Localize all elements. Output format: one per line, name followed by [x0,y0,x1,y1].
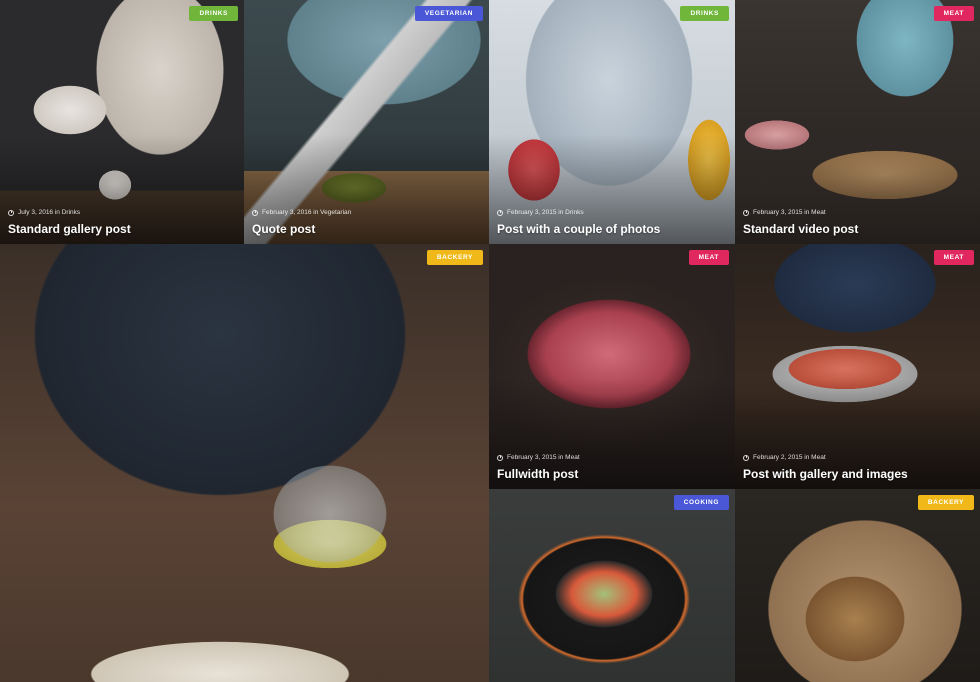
post-date: February 2, 2015 in Meat [753,454,826,461]
post-card[interactable]: Meat February 2, 2015 in Meat Post with … [735,244,980,489]
clock-icon [497,454,503,461]
post-card[interactable]: Cooking [489,489,735,682]
post-card[interactable]: Backery [735,489,980,682]
post-meta: February 3, 2015 in Meat [743,209,826,216]
clock-icon [8,209,14,216]
post-card[interactable]: Meat February 3, 2015 in Meat Standard v… [735,0,980,244]
posts-grid: Drinks July 3, 2016 in Drinks Standard g… [0,0,980,682]
category-badge[interactable]: Meat [933,250,974,265]
post-title[interactable]: Quote post [252,222,315,236]
post-date: February 3, 2015 in Meat [753,209,826,216]
category-badge[interactable]: Cooking [673,495,729,510]
post-meta: February 3, 2015 in Drinks [497,209,584,216]
post-title[interactable]: Fullwidth post [497,467,578,481]
category-badge[interactable]: Vegetarian [414,6,483,21]
post-date: February 3, 2015 in Meat [507,454,580,461]
post-meta: February 3, 2016 in Vegetarian [252,209,351,216]
clock-icon [743,454,749,461]
clock-icon [252,209,258,216]
category-badge[interactable]: Meat [688,250,729,265]
post-meta: July 3, 2016 in Drinks [8,209,80,216]
category-badge[interactable]: Drinks [189,6,238,21]
post-card[interactable]: Vegetarian February 3, 2016 in Vegetaria… [244,0,489,244]
post-image [735,489,980,682]
category-badge[interactable]: Backery [426,250,483,265]
post-title[interactable]: Standard video post [743,222,858,236]
post-image [489,489,735,682]
post-image [0,244,489,682]
category-badge[interactable]: Backery [917,495,974,510]
post-date: February 3, 2015 in Drinks [507,209,584,216]
post-card[interactable]: Drinks February 3, 2015 in Drinks Post w… [489,0,735,244]
post-meta: February 2, 2015 in Meat [743,454,826,461]
post-title[interactable]: Standard gallery post [8,222,131,236]
post-meta: February 3, 2015 in Meat [497,454,580,461]
post-card[interactable]: Meat February 3, 2015 in Meat Fullwidth … [489,244,735,489]
post-date: February 3, 2016 in Vegetarian [262,209,352,216]
post-title[interactable]: Post with a couple of photos [497,222,660,236]
post-card[interactable]: Backery [0,244,489,682]
post-card[interactable]: Drinks July 3, 2016 in Drinks Standard g… [0,0,244,244]
post-date: July 3, 2016 in Drinks [18,209,81,216]
post-title[interactable]: Post with gallery and images [743,467,908,481]
category-badge[interactable]: Drinks [680,6,729,21]
category-badge[interactable]: Meat [933,6,974,21]
clock-icon [743,209,749,216]
clock-icon [497,209,503,216]
